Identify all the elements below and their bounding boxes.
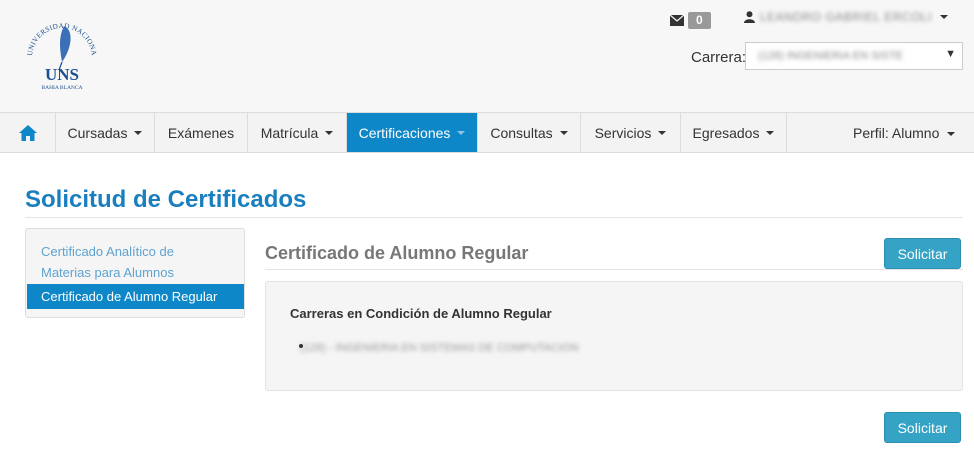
nav-examenes[interactable]: Exámenes — [155, 113, 248, 152]
header: UNIVERSIDAD NACIONAL DEL SUR UNS BAHIA B… — [0, 0, 974, 112]
carrera-list-item: (128) - INGENIERIA EN SISTEMAS DE COMPUT… — [300, 342, 579, 354]
chevron-down-icon — [325, 130, 334, 135]
nav-egresados[interactable]: Egresados — [681, 113, 787, 152]
chevron-down-icon — [939, 15, 948, 19]
solicitar-button-bottom[interactable]: Solicitar — [884, 412, 961, 443]
certificate-side-menu: Certificado Analítico de Materias para A… — [25, 228, 245, 318]
home-icon — [18, 124, 37, 141]
logo-text: UNS — [45, 65, 79, 84]
solicitar-button-top[interactable]: Solicitar — [884, 238, 961, 269]
logo-ring-text: UNIVERSIDAD NACIONAL DEL SUR — [12, 10, 98, 57]
panel-title: Carreras en Condición de Alumno Regular — [290, 306, 552, 321]
messages-count-badge: 0 — [688, 12, 711, 29]
user-menu[interactable]: LEANDRO GABRIEL ERCOLI — [744, 10, 948, 24]
carrera-select[interactable]: (128) INGENIERIA EN SISTE ▼ — [745, 42, 963, 70]
nav-home[interactable] — [0, 113, 56, 152]
envelope-icon — [670, 15, 684, 26]
list-bullet — [299, 344, 303, 348]
chevron-down-icon — [457, 130, 466, 135]
select-arrow-icon: ▼ — [945, 48, 956, 60]
uns-logo[interactable]: UNIVERSIDAD NACIONAL DEL SUR UNS BAHIA B… — [12, 10, 112, 94]
title-divider — [25, 217, 963, 218]
carrera-label: Carrera: — [691, 49, 747, 66]
user-name: LEANDRO GABRIEL ERCOLI — [760, 10, 932, 24]
section-title: Certificado de Alumno Regular — [265, 243, 529, 263]
chevron-down-icon — [559, 130, 568, 135]
section-divider — [265, 269, 963, 270]
main-navbar: Cursadas Exámenes Matrícula Certificacio… — [0, 112, 974, 153]
carrera-select-value: (128) INGENIERIA EN SISTE — [758, 50, 903, 62]
alumno-regular-panel: Carreras en Condición de Alumno Regular … — [265, 281, 963, 391]
chevron-down-icon — [947, 132, 956, 137]
side-item-certificado-analitico[interactable]: Certificado Analítico de Materias para A… — [41, 241, 211, 283]
svg-text:UNIVERSIDAD NACIONAL DEL SUR: UNIVERSIDAD NACIONAL DEL SUR — [12, 10, 98, 57]
page-title: Solicitud de Certificados — [25, 186, 307, 213]
messages-button[interactable]: 0 — [670, 12, 711, 29]
chevron-down-icon — [658, 130, 667, 135]
nav-matricula[interactable]: Matrícula — [248, 113, 347, 152]
perfil-menu[interactable]: Perfil: Alumno — [853, 125, 956, 141]
user-icon — [744, 11, 755, 23]
nav-consultas[interactable]: Consultas — [478, 113, 581, 152]
chevron-down-icon — [134, 130, 143, 135]
logo-subtitle: BAHIA BLANCA — [41, 85, 82, 91]
side-item-alumno-regular[interactable]: Certificado de Alumno Regular — [27, 284, 244, 309]
nav-servicios[interactable]: Servicios — [581, 113, 681, 152]
nav-certificaciones[interactable]: Certificaciones — [347, 113, 478, 152]
nav-cursadas[interactable]: Cursadas — [56, 113, 155, 152]
chevron-down-icon — [766, 130, 775, 135]
